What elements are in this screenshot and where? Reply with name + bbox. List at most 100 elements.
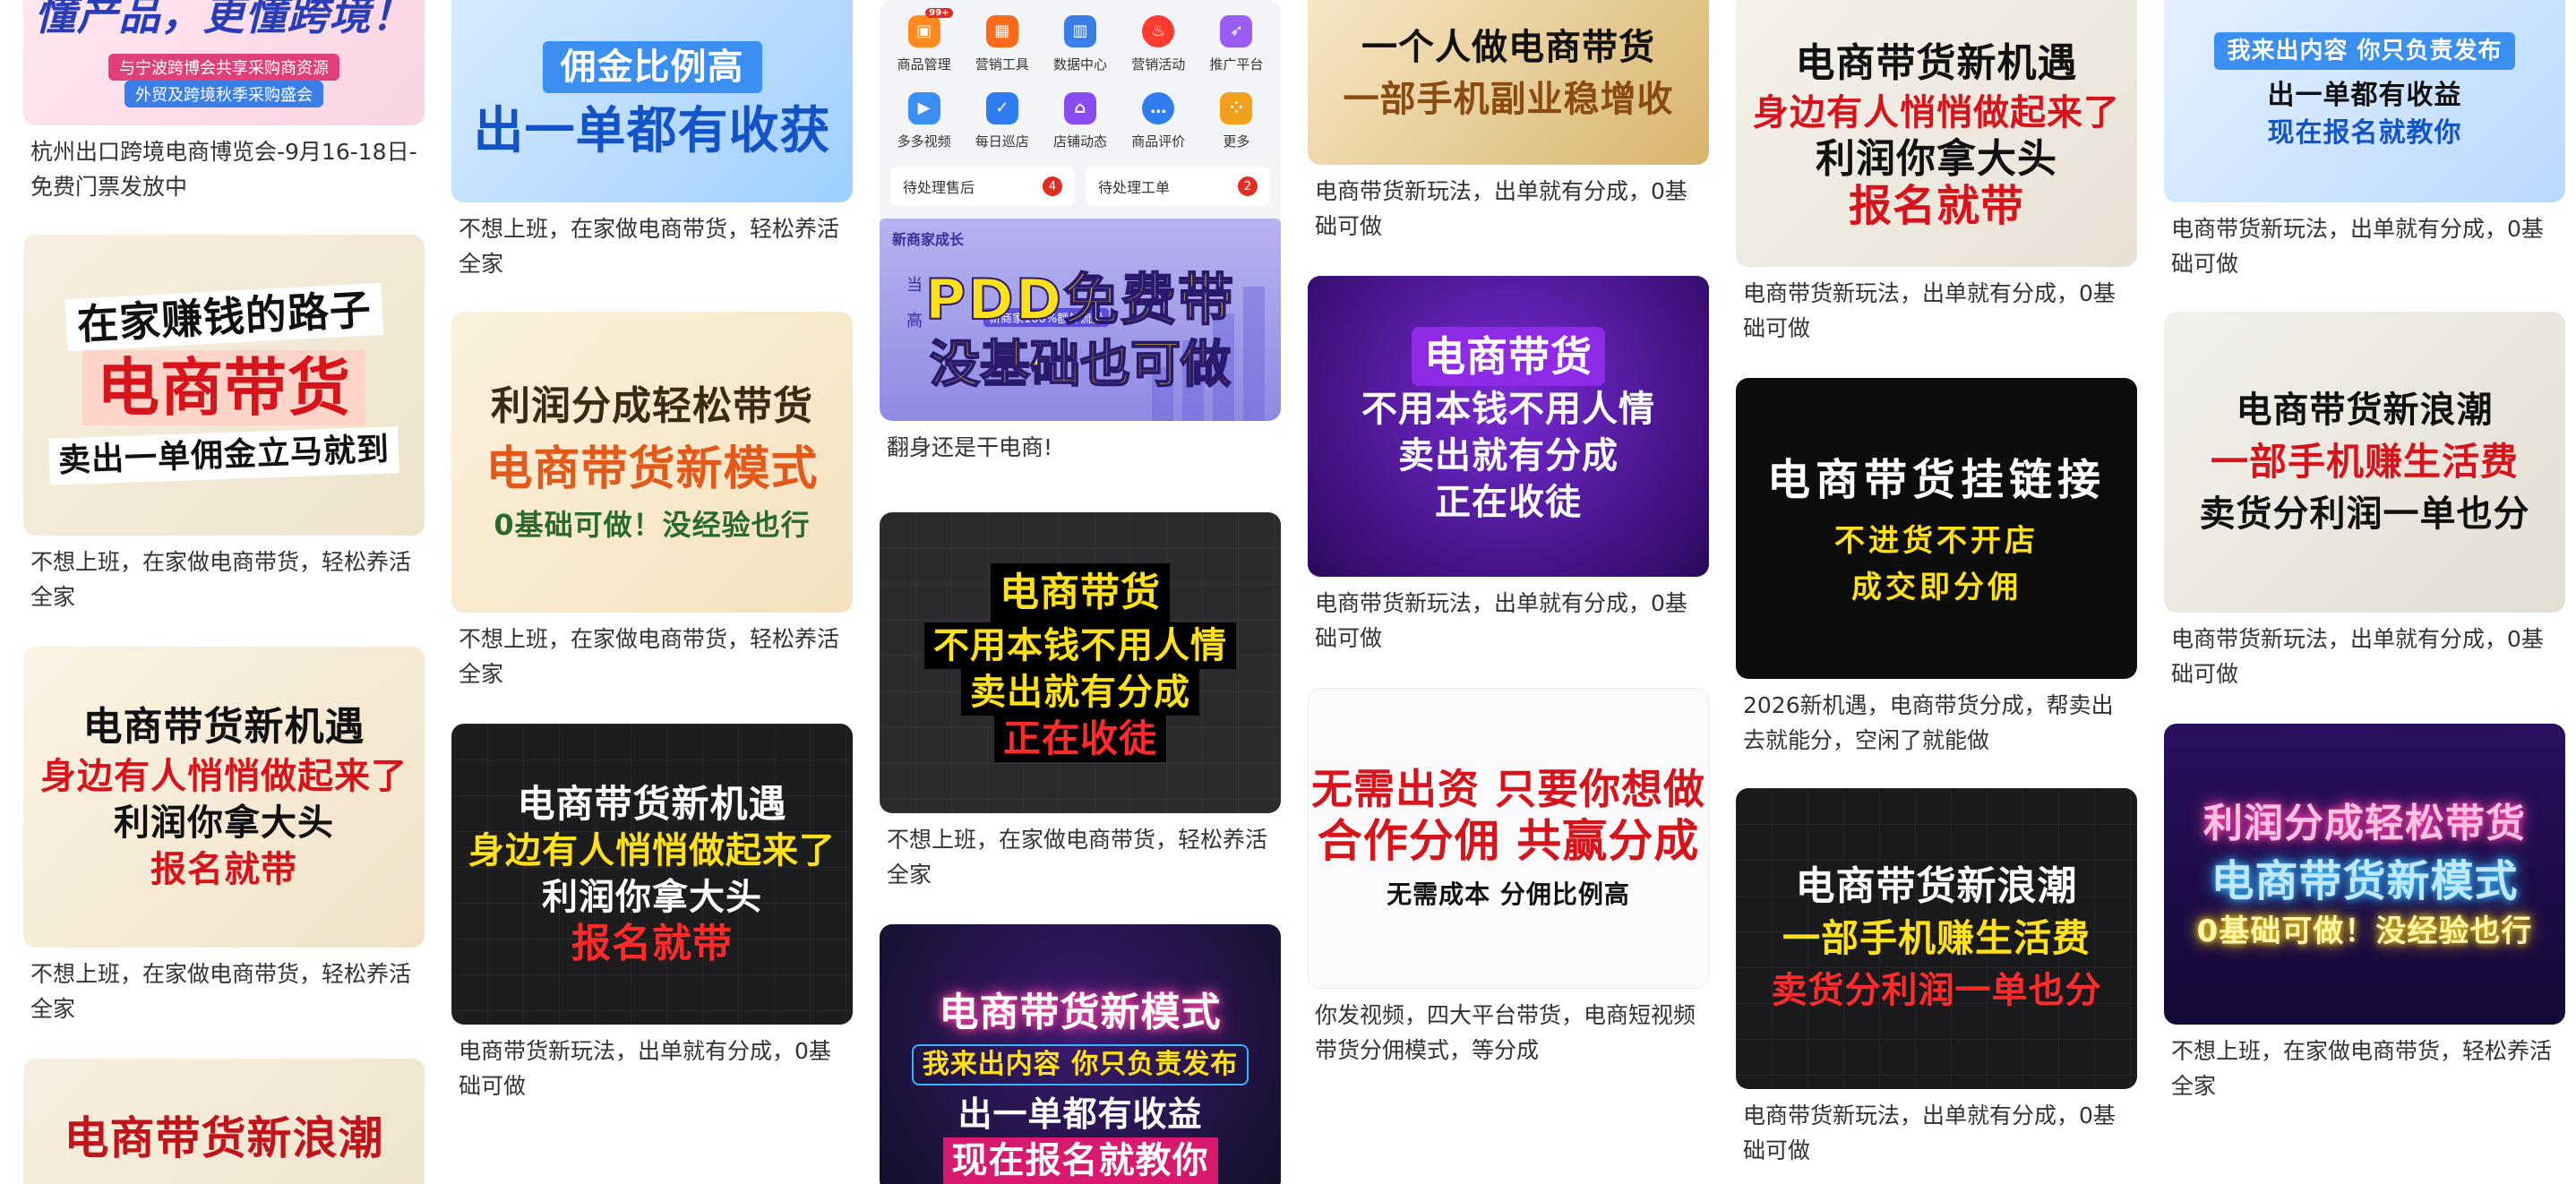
chart-icon: ▥ bbox=[1063, 14, 1096, 47]
ad-headline: 电商带货 bbox=[1412, 327, 1605, 386]
ad-headline: 电商带货 bbox=[82, 350, 365, 425]
ad-caption[interactable]: 不想上班，在家做电商带货，轻松养活全家 bbox=[23, 948, 425, 1026]
merchant-tool[interactable]: ▦ 营销工具 bbox=[963, 7, 1041, 81]
ad-headline: 身边有人悄悄做起来了 bbox=[1753, 92, 2120, 133]
ad-thumbnail[interactable]: 一个人做电商带货 一部手机副业稳增收 bbox=[1308, 0, 1709, 165]
ad-caption[interactable]: 不想上班，在家做电商带货，轻松养活全家 bbox=[451, 613, 853, 691]
ad-headline: 不用本钱不用人情 bbox=[924, 622, 1236, 669]
ad-card[interactable]: 在家赚钱的路子 电商带货 卖出一单佣金立马就到 不想上班，在家做电商带货，轻松养… bbox=[23, 235, 425, 614]
merchant-tool[interactable]: ⁘ 更多 bbox=[1198, 84, 1275, 158]
ad-caption[interactable]: 不想上班，在家做电商带货，轻松养活全家 bbox=[2164, 1025, 2565, 1103]
merchant-tool-label: 商品管理 bbox=[897, 56, 951, 73]
ad-headline: 一部手机赚生活费 bbox=[2210, 440, 2519, 484]
ad-thumbnail[interactable]: 电商带货挂链接 不进货不开店 成交即分佣 bbox=[1736, 378, 2137, 679]
ad-card[interactable]: 利润分成轻松带货 电商带货新模式 0基础可做！没经验也行 不想上班，在家做电商带… bbox=[2164, 724, 2565, 1103]
ad-card[interactable]: 佣金比例高 出一单都有收获 不想上班，在家做电商带货，轻松养活全家 bbox=[451, 0, 853, 281]
ad-headline: 电商带货新机遇 bbox=[82, 704, 365, 750]
ad-card[interactable]: 一个人做电商带货 一部手机副业稳增收 电商带货新玩法，出单就有分成，0基础可做 bbox=[1308, 0, 1709, 244]
ad-thumbnail[interactable]: 电商带货新机遇 身边有人悄悄做起来了 利润你拿大头 报名就带 bbox=[23, 647, 425, 948]
ad-thumbnail[interactable]: 电商带货新浪潮 bbox=[23, 1059, 425, 1184]
merchant-tool[interactable]: ➶ 推广平台 bbox=[1198, 7, 1275, 81]
pending-label: 待处理工单 bbox=[1098, 179, 1171, 196]
ad-caption[interactable]: 不想上班，在家做电商带货，轻松养活全家 bbox=[23, 536, 425, 614]
ad-thumbnail[interactable]: 我来出内容 你只负责发布 出一单都有收益 现在报名就教你 bbox=[2164, 0, 2565, 202]
ad-thumbnail[interactable]: 无需出资 只要你想做 合作分佣 共赢分成 无需成本 分佣比例高 bbox=[1308, 688, 1709, 989]
merchant-app-screenshot[interactable]: ▣ 99+ 商品管理 ▦ 营销工具 ▥ 数据中心 ♨ 营销活动 ➶ 推广平台 ▶… bbox=[880, 0, 1281, 421]
merchant-tool[interactable]: … 商品评价 bbox=[1120, 84, 1198, 158]
merchant-tool-label: 店铺动态 bbox=[1052, 133, 1107, 150]
merchant-tool[interactable]: ▶ 多多视频 bbox=[885, 84, 963, 158]
ad-thumbnail[interactable]: 电商带货 不用本钱不用人情 卖出就有分成 正在收徒 bbox=[880, 512, 1281, 813]
ad-caption[interactable]: 电商带货新玩法，出单就有分成，0基础可做 bbox=[1736, 267, 2137, 346]
ad-thumbnail[interactable]: 电商带货 不用本钱不用人情 卖出就有分成 正在收徒 bbox=[1308, 276, 1709, 577]
ad-thumbnail[interactable]: 电商带货新机遇 身边有人悄悄做起来了 利润你拿大头 报名就带 bbox=[1736, 0, 2137, 267]
ad-headline: 合作分佣 共赢分成 bbox=[1317, 815, 1700, 867]
ad-thumbnail[interactable]: 佣金比例高 出一单都有收获 bbox=[451, 0, 853, 202]
ad-caption[interactable]: 不想上班，在家做电商带货，轻松养活全家 bbox=[451, 202, 853, 281]
ad-subline: 0基础可做！没经验也行 bbox=[494, 508, 811, 542]
ad-card[interactable]: 电商带货新浪潮 一部手机赚生活费 卖货分利润一单也分 电商带货新玩法，出单就有分… bbox=[1736, 788, 2137, 1168]
ad-caption[interactable]: 杭州出口跨境电商博览会-9月16-18日-免费门票发放中 bbox=[23, 125, 425, 204]
ad-thumbnail[interactable]: 在家赚钱的路子 电商带货 卖出一单佣金立马就到 bbox=[23, 235, 425, 536]
ad-card[interactable]: 电商带货新机遇 身边有人悄悄做起来了 利润你拿大头 报名就带 电商带货新玩法，出… bbox=[1736, 0, 2137, 346]
ad-thumbnail[interactable]: 电商带货新浪潮 一部手机赚生活费 卖货分利润一单也分 bbox=[2164, 312, 2565, 613]
merchant-tool[interactable]: ▣ 99+ 商品管理 bbox=[885, 7, 963, 81]
growth-banner[interactable]: 新商家成长 当 高 新商家100%额外流量 PDD免费带 没基础也可做 bbox=[880, 219, 1281, 421]
ad-card[interactable]: 电商带货 不用本钱不用人情 卖出就有分成 正在收徒 不想上班，在家做电商带货，轻… bbox=[880, 512, 1281, 892]
ad-caption[interactable]: 不想上班，在家做电商带货，轻松养活全家 bbox=[880, 813, 1281, 892]
ad-card[interactable]: 电商带货新浪潮 一部手机赚生活费 卖货分利润一单也分 电商带货新玩法，出单就有分… bbox=[2164, 312, 2565, 691]
ad-headline: 电商带货 bbox=[991, 563, 1170, 622]
ad-feed: 懂产品，更懂跨境！ 与宁波跨博会共享采购商资源 外贸及跨境秋季采购盛会 杭州出口… bbox=[0, 0, 2576, 1184]
shop-check-icon: ✓ bbox=[985, 91, 1018, 124]
ad-card[interactable]: 电商带货新浪潮 bbox=[23, 1059, 425, 1184]
ad-headline: 出一单都有收获 bbox=[473, 102, 831, 160]
ad-subline: 出一单都有收益 bbox=[2267, 80, 2462, 111]
ad-card[interactable]: 利润分成轻松带货 电商带货新模式 0基础可做！没经验也行 不想上班，在家做电商带… bbox=[451, 312, 853, 691]
ad-caption[interactable]: 电商带货新玩法，出单就有分成，0基础可做 bbox=[1308, 577, 1709, 656]
ad-subline: 一部手机副业稳增收 bbox=[1343, 79, 1674, 120]
ad-subline: 不进货不开店 bbox=[1834, 523, 2039, 559]
ad-card[interactable]: 懂产品，更懂跨境！ 与宁波跨博会共享采购商资源 外贸及跨境秋季采购盛会 杭州出口… bbox=[23, 0, 425, 204]
ad-headline: 电商带货新模式 bbox=[939, 990, 1222, 1035]
ad-headline: 电商带货新浪潮 bbox=[64, 1112, 384, 1164]
merchant-tool[interactable]: ♨ 营销活动 bbox=[1120, 7, 1198, 81]
ad-caption[interactable]: 翻身还是干电商! bbox=[880, 421, 1281, 465]
pending-tickets[interactable]: 待处理工单 2 bbox=[1086, 167, 1270, 206]
ad-card[interactable]: 电商带货 不用本钱不用人情 卖出就有分成 正在收徒 电商带货新玩法，出单就有分成… bbox=[1308, 276, 1709, 656]
merchant-tool[interactable]: ✓ 每日巡店 bbox=[963, 84, 1041, 158]
ad-caption[interactable]: 电商带货新玩法，出单就有分成，0基础可做 bbox=[1308, 165, 1709, 244]
ad-thumbnail[interactable]: 电商带货新模式 我来出内容 你只负责发布 出一单都有收益 现在报名就教你 bbox=[880, 924, 1281, 1184]
ad-subline: 无需成本 分佣比例高 bbox=[1387, 879, 1630, 909]
merchant-tool[interactable]: ▥ 数据中心 bbox=[1041, 7, 1119, 81]
ad-caption[interactable]: 电商带货新玩法，出单就有分成，0基础可做 bbox=[1736, 1089, 2137, 1168]
ad-thumbnail[interactable]: 利润分成轻松带货 电商带货新模式 0基础可做！没经验也行 bbox=[2164, 724, 2565, 1025]
growth-headline: PDD免费带 bbox=[924, 266, 1236, 333]
pending-after-sales[interactable]: 待处理售后 4 bbox=[890, 167, 1075, 206]
merchant-tool[interactable]: ⌂ 店铺动态 bbox=[1041, 84, 1119, 158]
ad-subline: 报名就带 bbox=[571, 921, 733, 966]
merchant-icon-grid: ▣ 99+ 商品管理 ▦ 营销工具 ▥ 数据中心 ♨ 营销活动 ➶ 推广平台 ▶… bbox=[880, 0, 1281, 158]
merchant-tool-label: 营销工具 bbox=[975, 56, 1029, 73]
ad-caption[interactable]: 电商带货新玩法，出单就有分成，0基础可做 bbox=[2164, 613, 2565, 691]
ad-thumbnail[interactable]: 利润分成轻松带货 电商带货新模式 0基础可做！没经验也行 bbox=[451, 312, 853, 613]
merchant-app-card[interactable]: ▣ 99+ 商品管理 ▦ 营销工具 ▥ 数据中心 ♨ 营销活动 ➶ 推广平台 ▶… bbox=[880, 0, 1281, 465]
ad-card[interactable]: 电商带货挂链接 不进货不开店 成交即分佣 2026新机遇，电商带货分成，帮卖出去… bbox=[1736, 378, 2137, 758]
ad-card[interactable]: 电商带货新机遇 身边有人悄悄做起来了 利润你拿大头 报名就带 不想上班，在家做电… bbox=[23, 647, 425, 1026]
ad-headline: 身边有人悄悄做起来了 bbox=[40, 756, 408, 797]
ad-subline: 正在收徒 bbox=[1435, 482, 1582, 523]
ad-subline: 利润你拿大头 bbox=[542, 877, 762, 918]
ad-caption[interactable]: 2026新机遇，电商带货分成，帮卖出去就能分，空闲了就能做 bbox=[1736, 679, 2137, 758]
ad-thumbnail[interactable]: 电商带货新浪潮 一部手机赚生活费 卖货分利润一单也分 bbox=[1736, 788, 2137, 1089]
ad-card[interactable]: 电商带货新模式 我来出内容 你只负责发布 出一单都有收益 现在报名就教你 bbox=[880, 924, 1281, 1184]
ad-caption[interactable]: 你发视频，四大平台带货，电商短视频带货分佣模式，等分成 bbox=[1308, 989, 1709, 1068]
ad-caption[interactable]: 电商带货新玩法，出单就有分成，0基础可做 bbox=[2164, 202, 2565, 281]
ad-card[interactable]: 无需出资 只要你想做 合作分佣 共赢分成 无需成本 分佣比例高 你发视频，四大平… bbox=[1308, 688, 1709, 1068]
ad-subline: 卖货分利润一单也分 bbox=[1771, 970, 2102, 1011]
ad-headline: 电商带货新机遇 bbox=[1795, 40, 2078, 86]
ad-card[interactable]: 我来出内容 你只负责发布 出一单都有收益 现在报名就教你 电商带货新玩法，出单就… bbox=[2164, 0, 2565, 281]
ad-caption[interactable]: 电商带货新玩法，出单就有分成，0基础可做 bbox=[451, 1025, 853, 1103]
ad-thumbnail[interactable]: 懂产品，更懂跨境！ 与宁波跨博会共享采购商资源 外贸及跨境秋季采购盛会 bbox=[23, 0, 425, 125]
ad-headline: 不用本钱不用人情 bbox=[1361, 389, 1655, 430]
ad-card[interactable]: 电商带货新机遇 身边有人悄悄做起来了 利润你拿大头 报名就带 电商带货新玩法，出… bbox=[451, 724, 853, 1103]
ad-thumbnail[interactable]: 电商带货新机遇 身边有人悄悄做起来了 利润你拿大头 报名就带 bbox=[451, 724, 853, 1025]
